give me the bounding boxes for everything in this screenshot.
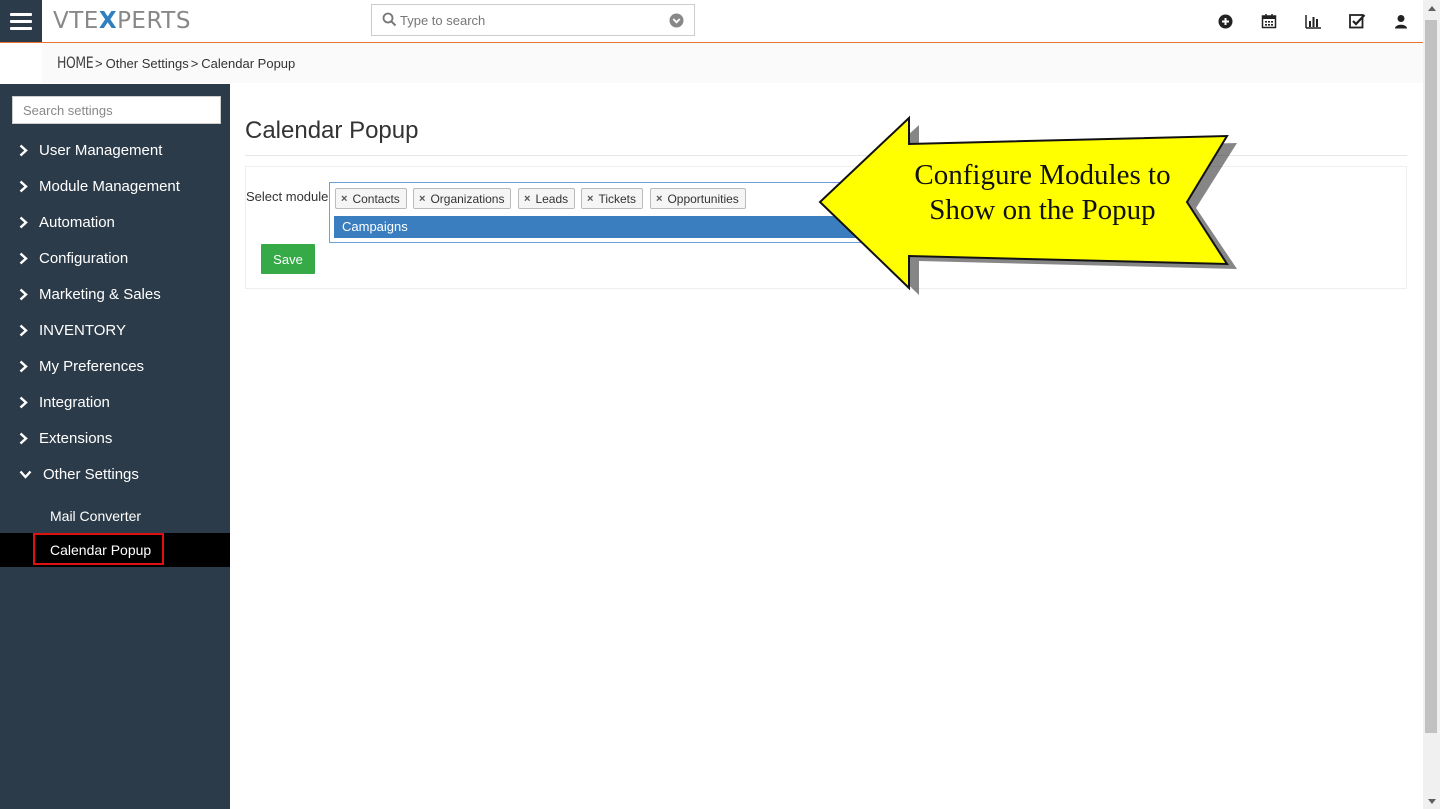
sidebar-item-label: Other Settings <box>43 465 139 483</box>
breadcrumb-home[interactable]: HOME <box>57 53 94 72</box>
sidebar-item-other-settings[interactable]: Other Settings <box>0 456 230 492</box>
chevron-right-icon <box>19 432 31 445</box>
chip-label: Tickets <box>598 191 636 206</box>
settings-sidebar: User Management Module Management Automa… <box>0 84 230 809</box>
chip-label: Organizations <box>430 191 505 206</box>
calendar-icon[interactable] <box>1247 0 1291 42</box>
remove-chip-icon[interactable]: × <box>524 193 530 205</box>
callout-text: Configure Modules to Show on the Popup <box>895 158 1190 228</box>
chevron-right-icon <box>19 396 31 409</box>
chip-opportunities: × Opportunities <box>650 188 746 209</box>
chevron-down-icon <box>19 470 35 479</box>
page-title: Calendar Popup <box>245 117 419 144</box>
module-multiselect[interactable]: × Contacts × Organizations × Leads × Tickets… <box>329 182 895 214</box>
quick-create-plus-icon[interactable] <box>1203 0 1247 42</box>
select-module-label: Select module <box>246 189 329 204</box>
settings-search[interactable] <box>12 96 223 124</box>
remove-chip-icon[interactable]: × <box>419 193 425 205</box>
chip-label: Contacts <box>352 191 400 206</box>
sidebar-item-marketing-sales[interactable]: Marketing & Sales <box>0 276 230 312</box>
top-actions <box>1203 0 1423 42</box>
chip-contacts: × Contacts <box>335 188 407 209</box>
user-profile-icon[interactable] <box>1379 0 1423 42</box>
global-search-input[interactable] <box>400 5 660 35</box>
search-icon <box>382 12 397 27</box>
scroll-down-arrow-icon[interactable] <box>1423 793 1440 809</box>
sidebar-item-label: Configuration <box>39 249 129 267</box>
app-logo[interactable]: VTEXPERTS <box>53 8 191 34</box>
chip-leads: × Leads <box>518 188 576 209</box>
chevron-right-icon <box>19 216 31 229</box>
sidebar-item-label: My Preferences <box>39 357 145 375</box>
sidebar-subitem-calendar-popup[interactable]: Calendar Popup <box>0 533 230 567</box>
sidebar-item-integration[interactable]: Integration <box>0 384 230 420</box>
remove-chip-icon[interactable]: × <box>587 193 593 205</box>
settings-nav: User Management Module Management Automa… <box>0 132 230 492</box>
chevron-right-icon <box>19 252 31 265</box>
module-dropdown-list: Campaigns <box>329 213 895 243</box>
chevron-right-icon <box>19 288 31 301</box>
chevron-right-icon <box>19 360 31 373</box>
sidebar-item-my-preferences[interactable]: My Preferences <box>0 348 230 384</box>
sidebar-item-configuration[interactable]: Configuration <box>0 240 230 276</box>
sidebar-item-automation[interactable]: Automation <box>0 204 230 240</box>
sidebar-subitem-label: Mail Converter <box>50 508 142 524</box>
global-search[interactable] <box>371 4 695 36</box>
chevron-right-icon <box>19 144 31 157</box>
chevron-right-icon <box>19 324 31 337</box>
scroll-up-arrow-icon[interactable] <box>1423 0 1440 16</box>
sidebar-item-label: User Management <box>39 141 163 159</box>
sidebar-item-inventory[interactable]: INVENTORY <box>0 312 230 348</box>
save-button[interactable]: Save <box>261 244 315 274</box>
tasks-checkbox-icon[interactable] <box>1335 0 1379 42</box>
sidebar-item-user-management[interactable]: User Management <box>0 132 230 168</box>
remove-chip-icon[interactable]: × <box>341 193 347 205</box>
sidebar-item-label: Module Management <box>39 177 180 195</box>
top-navbar: VTEXPERTS <box>0 0 1423 43</box>
sidebar-item-label: Marketing & Sales <box>39 285 161 303</box>
settings-search-input[interactable] <box>13 97 223 123</box>
breadcrumb-bar: HOME > Other Settings > Calendar Popup <box>0 43 1423 83</box>
scrollbar-thumb[interactable] <box>1425 20 1437 733</box>
callout-line: Configure Modules to <box>914 159 1171 191</box>
breadcrumb-item-other-settings[interactable]: Other Settings <box>106 56 189 71</box>
remove-chip-icon[interactable]: × <box>656 193 662 205</box>
sidebar-item-label: Integration <box>39 393 110 411</box>
sidebar-item-label: Extensions <box>39 429 113 447</box>
chip-tickets: × Tickets <box>581 188 643 209</box>
dropdown-option-campaigns[interactable]: Campaigns <box>334 216 890 238</box>
breadcrumb-separator: > <box>190 56 199 71</box>
sidebar-item-module-management[interactable]: Module Management <box>0 168 230 204</box>
sidebar-item-extensions[interactable]: Extensions <box>0 420 230 456</box>
chevron-right-icon <box>19 180 31 193</box>
sidebar-item-label: Automation <box>39 213 115 231</box>
breadcrumb: HOME > Other Settings > Calendar Popup <box>57 53 295 72</box>
hamburger-menu-icon[interactable] <box>0 0 42 42</box>
chip-organizations: × Organizations <box>413 188 512 209</box>
chip-label: Opportunities <box>667 191 739 206</box>
bar-chart-icon[interactable] <box>1291 0 1335 42</box>
search-options-chevron-icon[interactable] <box>669 13 684 28</box>
callout-line: Show on the Popup <box>929 194 1156 226</box>
annotation-highlight-box <box>33 533 164 565</box>
breadcrumb-separator: > <box>95 56 103 71</box>
breadcrumb-item-calendar-popup: Calendar Popup <box>201 56 296 71</box>
sidebar-subitem-mail-converter[interactable]: Mail Converter <box>0 499 230 533</box>
chip-label: Leads <box>535 191 569 206</box>
sidebar-item-label: INVENTORY <box>39 321 126 339</box>
